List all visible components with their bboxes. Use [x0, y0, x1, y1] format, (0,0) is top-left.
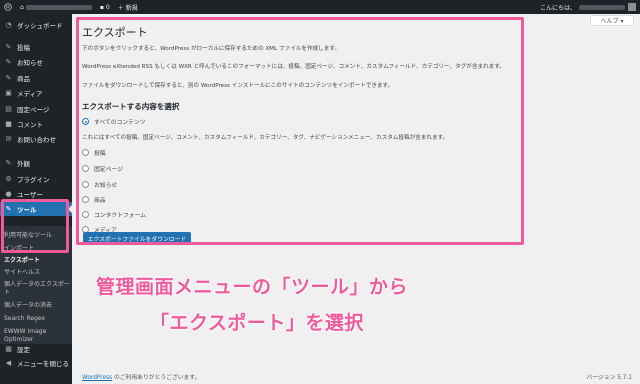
- pin-icon: ✎: [5, 74, 12, 82]
- settings-icon: ▦: [5, 345, 12, 353]
- radio-posts[interactable]: 投稿: [82, 148, 106, 157]
- mail-icon: ✉: [5, 135, 12, 143]
- dashboard-icon: ◔: [5, 21, 12, 29]
- download-export-file-button[interactable]: エクスポートファイルをダウンロード: [83, 232, 191, 245]
- radio-products[interactable]: 商品: [82, 195, 106, 204]
- collapse-menu-label: メニューを閉じる: [17, 360, 69, 368]
- sidebar-item-label: 外観: [17, 160, 30, 168]
- footer-thanks: WordPress のご利用ありがとうございます。: [82, 372, 200, 381]
- admin-sidebar: ◔ ダッシュボード ✎ 投稿 ✎ お知らせ ✎ 商品 ▣ メディア ▤ 固定ページ ■ コメン…: [0, 14, 72, 384]
- radio-label: 商品: [94, 198, 106, 204]
- footer-text: のご利用ありがとうございます。: [112, 375, 201, 381]
- radio-button[interactable]: [82, 211, 89, 218]
- sidebar-item-label: メディア: [17, 90, 43, 98]
- site-name-blurred: [25, 4, 92, 10]
- comments-link[interactable]: ▪ 0: [96, 0, 114, 14]
- sidebar-item-label: ツール: [17, 206, 37, 214]
- radio-news[interactable]: お知らせ: [82, 180, 117, 189]
- media-icon: ▣: [5, 89, 12, 97]
- sidebar-item-label: 固定ページ: [17, 106, 50, 114]
- sidebar-item-users[interactable]: ● ユーザー: [0, 187, 72, 201]
- choose-export-heading: エクスポートする内容を選択: [82, 102, 180, 111]
- submenu-available-tools[interactable]: 利用可能なツール: [4, 232, 72, 240]
- sidebar-item-pages[interactable]: ▤ 固定ページ: [0, 102, 72, 116]
- comments-count: 0: [105, 3, 110, 11]
- sidebar-item-appearance[interactable]: ✎ 外観: [0, 156, 72, 170]
- intro-paragraph-1: 下のボタンをクリックすると、WordPress がローカルに保存するための XM…: [82, 46, 340, 52]
- help-tab-button[interactable]: ヘルプ ▾: [590, 15, 634, 26]
- page-title: エクスポート: [82, 26, 148, 39]
- help-label: ヘルプ ▾: [600, 18, 624, 25]
- sidebar-item-label: 商品: [17, 75, 30, 83]
- all-content-description: これにはすべての投稿、固定ページ、コメント、カスタムフィールド、カテゴリー、タグ…: [82, 135, 449, 141]
- sidebar-item-settings[interactable]: ▦ 設定: [0, 342, 72, 356]
- radio-label: 固定ページ: [94, 167, 123, 173]
- sidebar-item-products[interactable]: ✎ 商品: [0, 71, 72, 85]
- submenu-site-health[interactable]: サイトヘルス: [4, 269, 72, 277]
- annotation-line-1: 管理画面メニューの「ツール」から: [96, 276, 409, 298]
- admin-bar: W ⌂ ▪ 0 ＋ 新規 こんにちは、: [0, 0, 640, 14]
- submenu-export-personal-data[interactable]: 個人データのエクスポート: [4, 281, 72, 297]
- submenu-export[interactable]: エクスポート: [4, 257, 72, 265]
- wordpress-logo-icon[interactable]: W: [0, 0, 16, 14]
- sidebar-item-plugins[interactable]: ⚙ プラグイン: [0, 172, 72, 186]
- submenu-search-regex[interactable]: Search Regex: [4, 315, 72, 323]
- sidebar-item-label: プラグイン: [17, 176, 50, 184]
- radio-all-content[interactable]: すべてのコンテンツ: [82, 117, 146, 126]
- avatar: [628, 3, 636, 11]
- sidebar-item-tools[interactable]: ✎ ツール: [0, 202, 72, 216]
- my-account-link[interactable]: こんにちは、: [540, 0, 636, 14]
- sidebar-item-label: お知らせ: [17, 59, 43, 67]
- radio-label: 投稿: [94, 151, 106, 157]
- radio-button[interactable]: [82, 196, 89, 203]
- wrench-icon: ✎: [5, 205, 12, 213]
- user-icon: ●: [5, 190, 12, 198]
- new-content-link[interactable]: ＋ 新規: [114, 0, 142, 14]
- site-name-link[interactable]: ⌂: [16, 0, 96, 14]
- radio-button[interactable]: [82, 149, 89, 156]
- radio-pages[interactable]: 固定ページ: [82, 164, 123, 173]
- radio-button-checked[interactable]: [82, 118, 89, 125]
- plugin-icon: ⚙: [5, 175, 12, 183]
- sidebar-item-contact[interactable]: ✉ お問い合わせ: [0, 132, 72, 146]
- pin-icon: ✎: [5, 43, 12, 51]
- sidebar-item-label: コメント: [17, 121, 43, 129]
- collapse-menu-button[interactable]: ◀ メニューを閉じる: [0, 356, 72, 370]
- home-icon: ⌂: [20, 3, 24, 11]
- pin-icon: ✎: [5, 58, 12, 66]
- radio-label: お知らせ: [94, 183, 118, 189]
- annotation-line-2: 「エクスポート」を選択: [150, 312, 364, 334]
- sidebar-item-label: 投稿: [17, 44, 30, 52]
- username-blurred: [579, 4, 625, 10]
- intro-paragraph-3: ファイルをダウンロードして保存すると、別の WordPress インストールにこ…: [82, 83, 394, 89]
- svg-text:W: W: [6, 5, 11, 11]
- tools-submenu: 利用可能なツール インポート エクスポート サイトヘルス 個人データのエクスポー…: [0, 226, 72, 344]
- sidebar-item-label: ユーザー: [17, 191, 43, 199]
- comment-bubble-icon: ▪: [99, 3, 104, 11]
- submenu-import[interactable]: インポート: [4, 245, 72, 253]
- sidebar-item-label: 設定: [17, 346, 30, 354]
- radio-label: コンタクトフォーム: [94, 213, 146, 219]
- sidebar-item-label: ダッシュボード: [17, 22, 63, 30]
- radio-button[interactable]: [82, 165, 89, 172]
- page-icon: ▤: [5, 105, 12, 113]
- radio-button[interactable]: [82, 181, 89, 188]
- radio-contact-form[interactable]: コンタクトフォーム: [82, 210, 146, 219]
- collapse-arrow-icon: ◀: [5, 359, 12, 367]
- sidebar-item-news[interactable]: ✎ お知らせ: [0, 55, 72, 69]
- sidebar-item-media[interactable]: ▣ メディア: [0, 86, 72, 100]
- sidebar-item-comments[interactable]: ■ コメント: [0, 117, 72, 131]
- radio-label: すべてのコンテンツ: [94, 120, 146, 126]
- comment-icon: ■: [5, 120, 12, 128]
- greeting-text: こんにちは、: [539, 4, 576, 12]
- intro-paragraph-2: WordPress eXtended RSS もしくは WXR と呼んでいるこの…: [82, 64, 505, 70]
- version-text: バージョン 5.7.1: [586, 375, 632, 381]
- submenu-erase-personal-data[interactable]: 個人データの消去: [4, 302, 72, 310]
- sidebar-item-label: お問い合わせ: [17, 136, 56, 144]
- sidebar-item-dashboard[interactable]: ◔ ダッシュボード: [0, 18, 72, 32]
- sidebar-item-posts[interactable]: ✎ 投稿: [0, 40, 72, 54]
- wordpress-link[interactable]: WordPress: [82, 375, 112, 381]
- brush-icon: ✎: [5, 159, 12, 167]
